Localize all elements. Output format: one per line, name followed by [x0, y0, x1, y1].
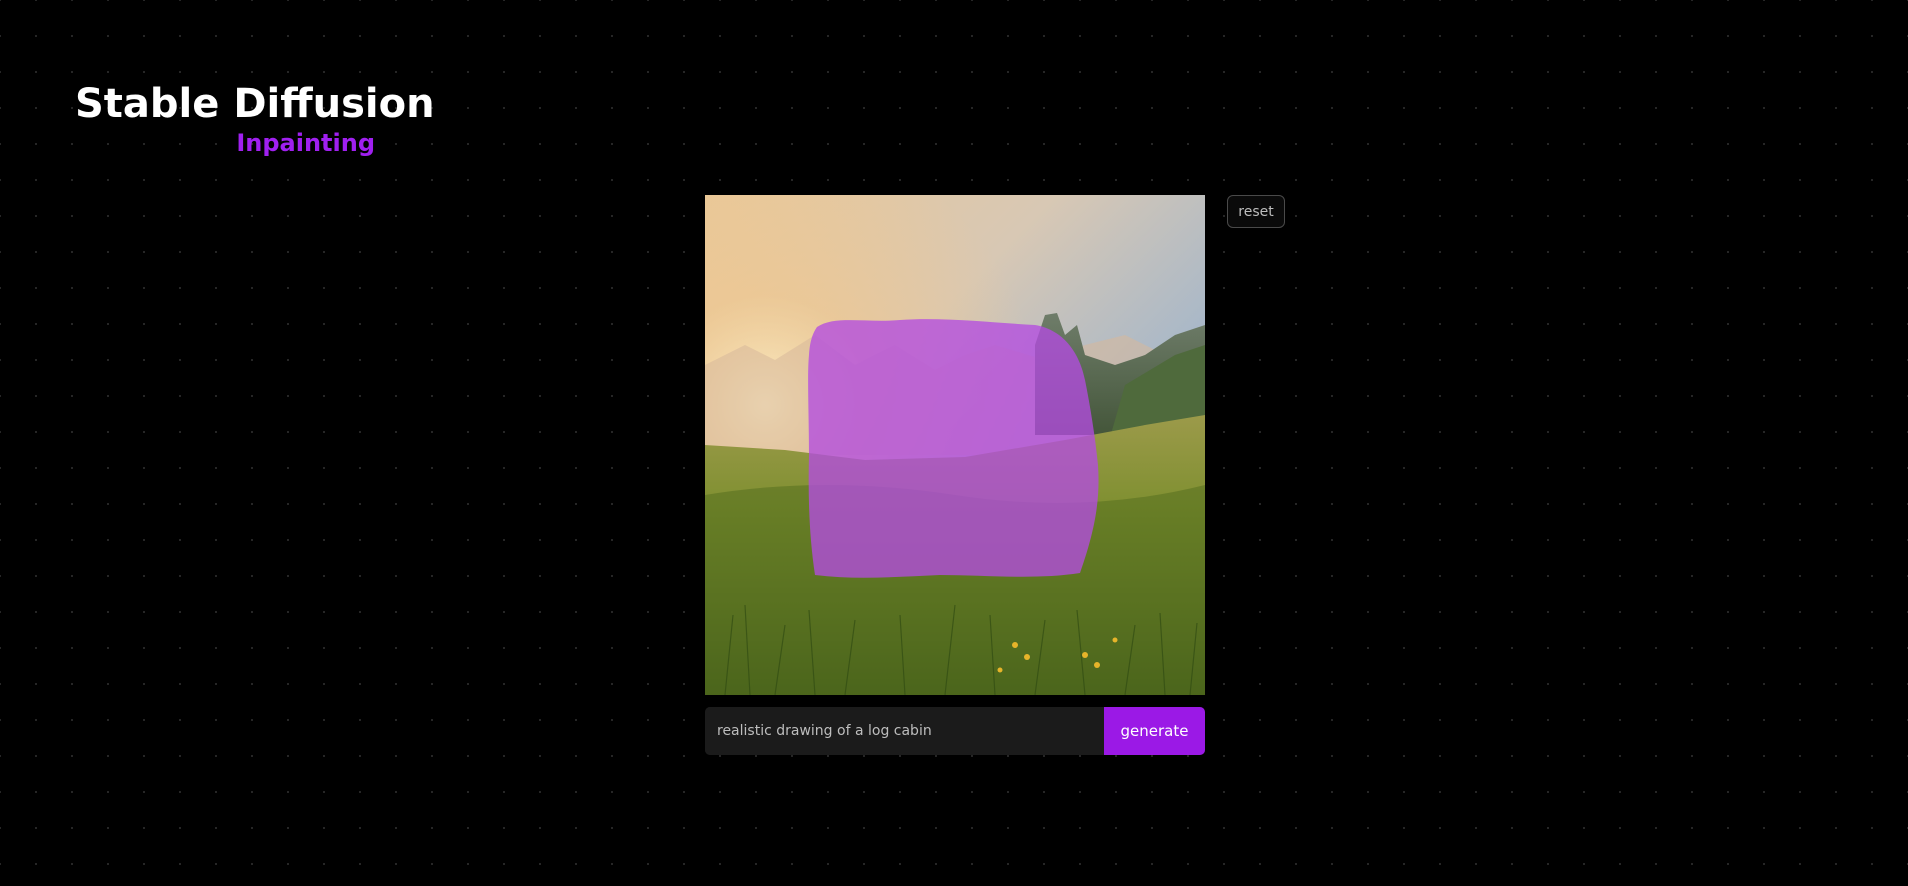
page-title: Stable Diffusion — [75, 81, 435, 127]
page: Stable Diffusion Inpainting reset realis… — [0, 0, 1908, 886]
generate-button[interactable]: generate — [1104, 707, 1205, 755]
prompt-input[interactable] — [705, 707, 1104, 755]
page-subtitle: Inpainting — [236, 129, 375, 157]
landscape-image — [705, 195, 1205, 695]
inpainting-canvas[interactable] — [705, 195, 1205, 695]
prompt-bar: generate — [705, 707, 1205, 755]
brand-header: Stable Diffusion Inpainting — [75, 80, 435, 158]
reset-button[interactable]: reset — [1227, 195, 1285, 228]
